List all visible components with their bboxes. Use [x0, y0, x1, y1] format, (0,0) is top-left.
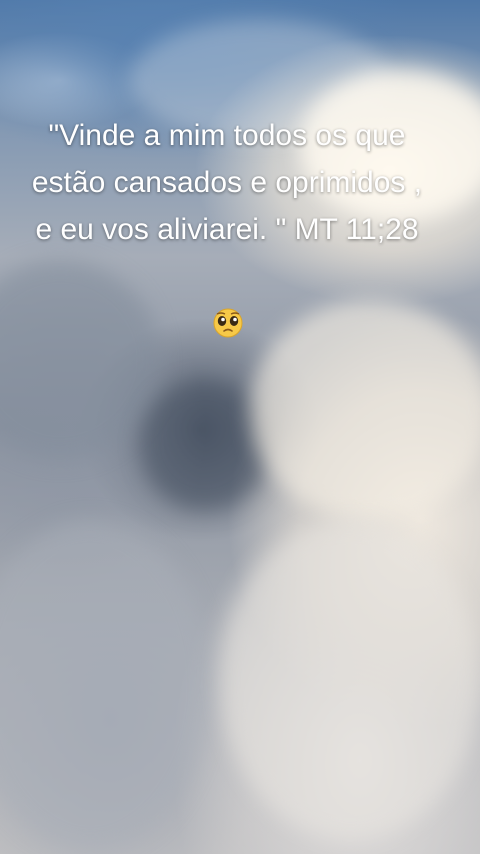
story-caption: "Vinde a mim todos os que estão cansados… — [31, 119, 423, 246]
cloud-shape — [250, 300, 480, 520]
cloud-shape — [0, 260, 160, 460]
pleading-face-emoji-icon — [213, 308, 243, 338]
cloud-shape — [220, 520, 480, 840]
cloud-shape — [0, 520, 210, 850]
